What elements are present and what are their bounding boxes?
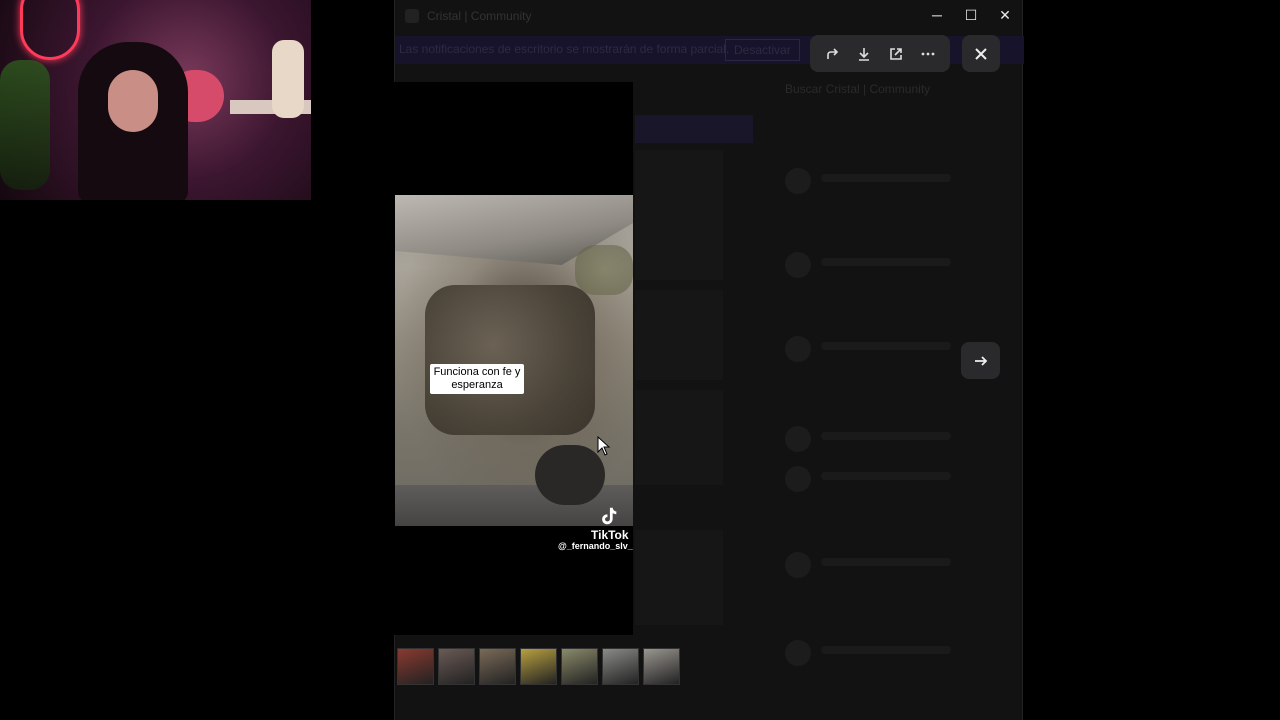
viewer-close-button[interactable] bbox=[962, 35, 1000, 72]
download-icon bbox=[859, 47, 869, 61]
background-video-card bbox=[635, 390, 723, 485]
more-icon bbox=[921, 52, 935, 55]
window-controls: ─ ☐ ✕ bbox=[920, 0, 1022, 30]
forward-button[interactable] bbox=[818, 40, 846, 68]
member-name-placeholder bbox=[821, 174, 951, 182]
member-row bbox=[785, 168, 1005, 194]
member-row bbox=[785, 640, 1005, 666]
open-external-icon bbox=[890, 47, 902, 60]
doll bbox=[272, 40, 304, 118]
tiktok-handle: @_fernando_slv_ bbox=[558, 541, 633, 551]
member-name-placeholder bbox=[821, 558, 951, 566]
background-video-card bbox=[635, 290, 723, 380]
background-message-bubble bbox=[635, 115, 753, 143]
window-title: Cristal | Community bbox=[427, 9, 532, 23]
more-button[interactable] bbox=[914, 40, 942, 68]
tiktok-logo-icon bbox=[602, 507, 617, 525]
next-media-button[interactable] bbox=[961, 342, 1000, 379]
member-row bbox=[785, 552, 1005, 578]
video-caption: Funciona con fe y esperanza bbox=[430, 364, 524, 394]
screen: Cristal | Community ─ ☐ ✕ Las notificaci… bbox=[0, 0, 1280, 720]
viewer-toolbar bbox=[810, 35, 950, 72]
avatar bbox=[785, 336, 811, 362]
webcam-overlay bbox=[0, 0, 311, 200]
avatar bbox=[785, 552, 811, 578]
search-title: Buscar Cristal | Community bbox=[785, 82, 931, 96]
minimize-button[interactable]: ─ bbox=[920, 0, 954, 30]
download-button[interactable] bbox=[850, 40, 878, 68]
member-name-placeholder bbox=[821, 432, 951, 440]
member-row bbox=[785, 252, 1005, 278]
window-close-button[interactable]: ✕ bbox=[988, 0, 1022, 30]
streamer-face bbox=[108, 70, 158, 132]
member-name-placeholder bbox=[821, 342, 951, 350]
thumbnail-7[interactable] bbox=[643, 648, 680, 685]
disable-notifications-button[interactable]: Desactivar bbox=[725, 39, 800, 61]
avatar bbox=[785, 168, 811, 194]
avatar bbox=[785, 466, 811, 492]
thumbnail-3[interactable] bbox=[479, 648, 516, 685]
tire bbox=[535, 445, 605, 505]
member-name-placeholder bbox=[821, 258, 951, 266]
engine-bay bbox=[425, 285, 595, 435]
open-external-button[interactable] bbox=[882, 40, 910, 68]
thumbnail-6[interactable] bbox=[602, 648, 639, 685]
forward-icon bbox=[827, 47, 839, 59]
mouse-cursor-icon bbox=[597, 436, 611, 456]
avatar bbox=[785, 426, 811, 452]
member-row bbox=[785, 426, 1005, 452]
thumbnail-strip bbox=[397, 648, 680, 685]
tiktok-brand: TikTok bbox=[591, 528, 629, 542]
close-icon bbox=[975, 47, 987, 60]
trees bbox=[575, 245, 633, 295]
plant bbox=[0, 60, 50, 190]
thumbnail-5[interactable] bbox=[561, 648, 598, 685]
maximize-button[interactable]: ☐ bbox=[954, 0, 988, 30]
thumbnail-4[interactable] bbox=[520, 648, 557, 685]
background-video-card bbox=[635, 530, 723, 625]
avatar bbox=[785, 640, 811, 666]
arrow-right-icon bbox=[974, 355, 987, 366]
app-icon bbox=[405, 9, 419, 23]
notification-text: Las notificaciones de escritorio se most… bbox=[399, 42, 730, 56]
member-name-placeholder bbox=[821, 646, 951, 654]
avatar bbox=[785, 252, 811, 278]
thumbnail-2[interactable] bbox=[438, 648, 475, 685]
background-video-card bbox=[635, 150, 723, 280]
neon-sign bbox=[20, 0, 80, 60]
member-row bbox=[785, 466, 1005, 492]
video-player[interactable] bbox=[395, 195, 633, 526]
member-name-placeholder bbox=[821, 472, 951, 480]
thumbnail-1[interactable] bbox=[397, 648, 434, 685]
